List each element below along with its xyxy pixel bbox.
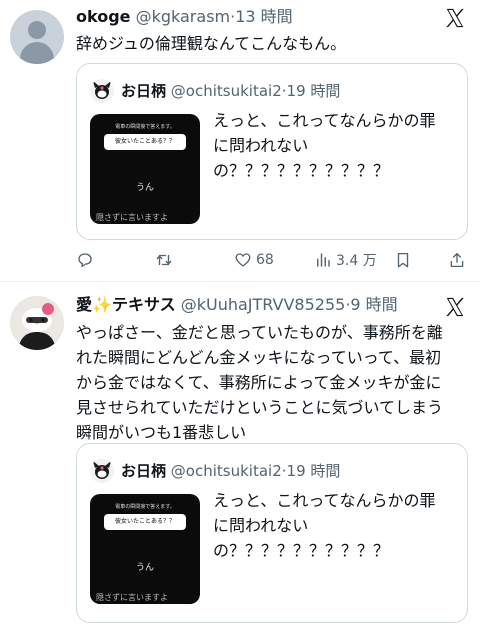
- quote-avatar[interactable]: [90, 459, 114, 483]
- tweet-header: 愛✨テキサス @kUuhaJTRVV85255·9 時間: [76, 295, 398, 315]
- tweet-2[interactable]: 愛✨テキサス @kUuhaJTRVV85255·9 時間 やっぱさー、金だと思っ…: [0, 282, 480, 634]
- tweet-text: やっぱさー、金だと思っていたものが、事務所を離 れた瞬間にどんどん金メッキになっ…: [76, 320, 443, 445]
- avatar-shoulders-shape: [20, 42, 54, 64]
- display-name[interactable]: okoge: [76, 7, 131, 26]
- tweet-text-line: から金ではなくて、事務所によって金メッキが金に: [76, 373, 442, 392]
- display-name[interactable]: 愛✨テキサス: [76, 295, 176, 314]
- quote-display-name[interactable]: お日柄: [121, 462, 166, 480]
- tweet-1[interactable]: okoge @kgkarasm·13 時間 辞めジュの倫理観なんてこんなもん。 …: [0, 0, 480, 281]
- reply-button[interactable]: [76, 249, 94, 271]
- tweet-text: 辞めジュの倫理観なんてこんなもん。: [76, 31, 346, 56]
- quote-header: お日柄 @ochitsukitai2·19 時間: [121, 461, 340, 481]
- tweet-text-line: れた瞬間にどんどん金メッキになっていって、最初: [76, 348, 442, 367]
- like-button[interactable]: 68: [234, 249, 274, 271]
- quote-text-line: えっと、これってなんらかの罪: [213, 111, 436, 130]
- quote-header: お日柄 @ochitsukitai2·19 時間: [121, 81, 340, 101]
- heart-icon: [235, 253, 251, 267]
- kuromi-icon: [93, 461, 111, 479]
- quote-text-line: に問われない: [213, 136, 309, 155]
- quote-user-handle[interactable]: @ochitsukitai2: [171, 82, 282, 100]
- user-handle[interactable]: @kgkarasm: [136, 7, 231, 26]
- thumb-caption: 隠さずに言いますよ: [96, 593, 168, 602]
- sparkles-emoji: ✨: [92, 295, 112, 314]
- quote-video-thumbnail[interactable]: 電車の瞬間接で答えます。 彼女いたことある？？ うん 隠さずに言いますよ: [90, 494, 200, 604]
- quote-timestamp[interactable]: 19 時間: [287, 462, 341, 480]
- action-bar: 68 3.4 万: [0, 249, 480, 271]
- quote-text-line: えっと、これってなんらかの罪: [213, 491, 436, 510]
- quote-user-handle[interactable]: @ochitsukitai2: [171, 462, 282, 480]
- bookmark-icon: [397, 252, 409, 268]
- hello-kitty-avatar-icon: [10, 296, 64, 350]
- retweet-icon: [156, 254, 172, 266]
- user-avatar[interactable]: [10, 296, 64, 350]
- share-button[interactable]: [448, 249, 466, 271]
- quote-display-name[interactable]: お日柄: [121, 82, 166, 100]
- thumb-answer: うん: [135, 183, 154, 193]
- views-button[interactable]: 3.4 万: [314, 249, 377, 271]
- quote-text-line: の？？？？？？？？？？: [213, 161, 390, 180]
- reply-icon: [78, 253, 92, 268]
- x-logo-icon: [446, 8, 464, 28]
- default-avatar[interactable]: [10, 10, 64, 64]
- views-icon: [317, 253, 330, 267]
- quote-text-line: に問われない: [213, 516, 309, 535]
- tweet-text-line: 見させられていただけということに気づいてしまう: [76, 398, 444, 417]
- bookmark-button[interactable]: [394, 249, 412, 271]
- retweet-button[interactable]: [155, 249, 173, 271]
- quote-avatar[interactable]: [90, 79, 114, 103]
- quote-timestamp[interactable]: 19 時間: [287, 82, 341, 100]
- tweet-text-line: やっぱさー、金だと思っていたものが、事務所を離: [76, 323, 443, 342]
- quote-text: えっと、これってなんらかの罪 に問われない の？？？？？？？？？？: [213, 488, 436, 563]
- timestamp[interactable]: 13 時間: [235, 7, 292, 26]
- share-icon: [450, 252, 464, 268]
- display-name-suffix: テキサス: [111, 295, 176, 314]
- display-name-prefix: 愛: [76, 295, 93, 314]
- thumb-top-label: 電車の瞬間接で答えます。: [115, 504, 175, 510]
- tweet-text-line: 瞬間がいつも1番悲しい: [76, 423, 247, 442]
- kuromi-icon: [93, 81, 111, 99]
- thumb-top-label: 電車の瞬間接で答えます。: [115, 124, 175, 130]
- quote-video-thumbnail[interactable]: 電車の瞬間接で答えます。 彼女いたことある？？ うん 隠さずに言いますよ: [90, 114, 200, 224]
- like-count: 68: [256, 252, 274, 268]
- user-handle[interactable]: @kUuhaJTRVV85255: [181, 295, 346, 314]
- tweet-text-line: 辞めジュの倫理観なんてこんなもん。: [76, 34, 347, 53]
- views-count: 3.4 万: [336, 253, 377, 269]
- x-logo-icon: [446, 297, 464, 317]
- tweet-header: okoge @kgkarasm·13 時間: [76, 7, 293, 27]
- thumb-question-box: 彼女いたことある？？: [104, 514, 186, 530]
- thumb-answer: うん: [135, 563, 154, 573]
- quote-tweet-card[interactable]: お日柄 @ochitsukitai2·19 時間 電車の瞬間接で答えます。 彼女…: [76, 63, 468, 240]
- quote-tweet-card[interactable]: お日柄 @ochitsukitai2·19 時間 電車の瞬間接で答えます。 彼女…: [76, 443, 468, 623]
- avatar-head-shape: [28, 21, 46, 39]
- timestamp[interactable]: 9 時間: [350, 295, 397, 314]
- quote-text-line: の？？？？？？？？？？: [213, 541, 390, 560]
- thumb-caption: 隠さずに言いますよ: [96, 213, 168, 222]
- quote-text: えっと、これってなんらかの罪 に問われない の？？？？？？？？？？: [213, 108, 436, 183]
- thumb-question-box: 彼女いたことある？？: [104, 134, 186, 150]
